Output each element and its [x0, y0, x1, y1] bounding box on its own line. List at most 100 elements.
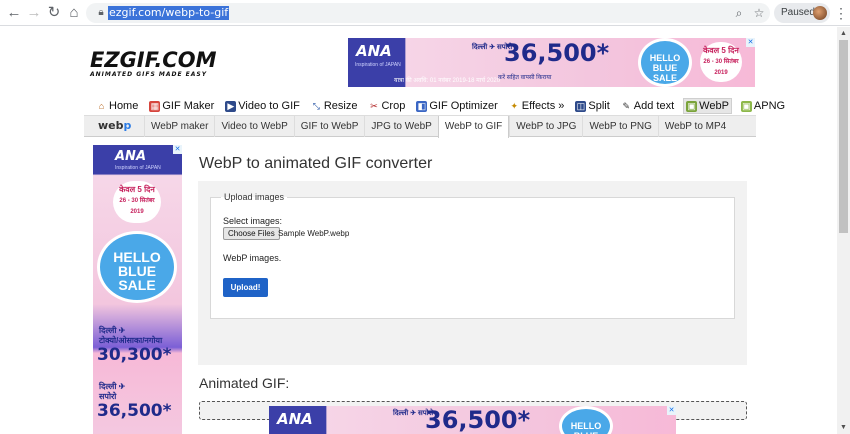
gif-maker-icon: ▦: [149, 100, 161, 112]
ad-sale-line2: BLUE: [652, 63, 678, 73]
subnav-tabs: WebP maker Video to WebP GIF to WebP JPG…: [144, 116, 732, 138]
profile-status: Paused: [781, 7, 815, 18]
ad-sale-line1: HELLO: [649, 53, 681, 63]
choose-files-button[interactable]: Choose Files: [223, 227, 280, 240]
select-images-label: Select images:: [223, 216, 283, 226]
bottom-ad-brand: ANA: [277, 410, 313, 428]
tab-gif-to-webp[interactable]: GIF to WebP: [293, 116, 365, 137]
avatar: [813, 6, 827, 20]
ad-note: करें सहित वापसी किराया: [498, 75, 552, 81]
top-banner-ad[interactable]: ANA Inspiration of JAPAN यात्रा की अवधि:…: [348, 38, 755, 87]
menu-item-label: GIF Maker: [162, 100, 215, 112]
menu-item-add-text[interactable]: ✎ Add text: [619, 98, 676, 114]
scroll-down-icon[interactable]: ▼: [837, 421, 850, 434]
help-text: WebP images.: [223, 253, 282, 263]
optimizer-icon: ◧: [416, 100, 428, 112]
webp-logo: webp: [98, 119, 131, 132]
menu-item-apng[interactable]: ▣ APNG: [739, 98, 787, 114]
side-ad-sale-badge: HELLO BLUE SALE: [97, 231, 177, 303]
side-ad-days-badge: केवल 5 दिन 26 - 30 सितंबर 2019: [113, 181, 161, 223]
webp-logo-left: web: [98, 119, 124, 132]
effects-icon: ✦: [510, 100, 519, 111]
menu-item-gif-optimizer[interactable]: ◧ GIF Optimizer: [414, 98, 499, 114]
menu-item-crop[interactable]: ✂ Crop: [366, 98, 407, 114]
menu-item-label: Add text: [633, 100, 675, 112]
menu-kebab-icon[interactable]: ⋮: [834, 3, 848, 23]
site-logo[interactable]: EZGIF.COM ANIMATED GIFS MADE EASY: [90, 49, 230, 78]
menu-item-label: Effects »: [521, 100, 565, 112]
tab-jpg-to-webp[interactable]: JPG to WebP: [364, 116, 437, 137]
page-title: WebP to animated GIF converter: [199, 155, 433, 172]
menu-item-webp[interactable]: ▣ WebP: [683, 98, 732, 114]
page: EZGIF.COM ANIMATED GIFS MADE EASY ANA In…: [84, 27, 785, 434]
home-icon: ⌂: [98, 100, 105, 111]
reload-icon[interactable]: ↻: [44, 3, 64, 23]
add-text-icon: ✎: [622, 100, 631, 111]
page-scrollbar[interactable]: ▲ ▼: [837, 27, 850, 434]
ad-sale-line3: SALE: [652, 73, 677, 83]
menu-item-split[interactable]: ◫ Split: [573, 98, 611, 114]
menu-item-gif-maker[interactable]: ▦ GIF Maker: [147, 98, 216, 114]
bottom-ad-sale-badge: HELLO BLUE: [559, 406, 613, 434]
menu-item-label: Split: [588, 100, 610, 112]
tab-webp-to-png[interactable]: WebP to PNG: [582, 116, 657, 137]
upload-legend: Upload images: [221, 192, 288, 202]
menu-item-label: WebP: [699, 100, 729, 112]
tab-webp-maker[interactable]: WebP maker: [144, 116, 214, 137]
home-icon[interactable]: ⌂: [64, 3, 84, 23]
ad-close-icon[interactable]: ✕: [667, 406, 676, 415]
tab-webp-to-jpg[interactable]: WebP to JPG: [509, 116, 582, 137]
webp-icon: ▣: [686, 100, 698, 112]
scrollbar-thumb[interactable]: [839, 40, 848, 233]
menu-item-label: Home: [109, 100, 139, 112]
ad-close-icon[interactable]: ✕: [746, 38, 755, 47]
bottom-ad-price: 36,500*: [425, 406, 531, 434]
ad-days-badge: केवल 5 दिन 26 - 30 सितंबर 2019: [700, 42, 742, 82]
lock-icon: 🔒︎: [98, 7, 104, 18]
side-ad-price2: 36,500*: [97, 401, 172, 421]
apng-icon: ▣: [740, 100, 752, 112]
scroll-up-icon[interactable]: ▲: [837, 27, 850, 40]
upload-form: Upload images Select images: Choose File…: [198, 181, 747, 365]
menu-item-effects[interactable]: ✦ Effects »: [507, 98, 567, 114]
side-ad-brand: ANA: [115, 149, 147, 164]
forward-arrow-icon[interactable]: →: [24, 3, 44, 23]
video-icon: ▶: [225, 100, 237, 112]
webp-logo-right: p: [123, 119, 132, 132]
upload-button[interactable]: Upload!: [223, 278, 268, 297]
ad-price: 36,500*: [504, 39, 610, 67]
menu-item-resize[interactable]: ⤡ Resize: [309, 98, 360, 114]
menu-item-video-to-gif[interactable]: ▶ Video to GIF: [223, 98, 302, 114]
browser-toolbar: ← → ↻ ⌂ 🔒︎ ezgif.com/webp-to-gif ⌕ ☆ Pau…: [0, 0, 850, 26]
split-icon: ◫: [575, 100, 587, 112]
zoom-icon[interactable]: ⌕: [732, 6, 746, 20]
url-text[interactable]: ezgif.com/webp-to-gif: [108, 6, 230, 20]
webp-subnav: webp WebP maker Video to WebP GIF to Web…: [84, 115, 756, 138]
profile-button[interactable]: Paused: [774, 3, 830, 23]
address-bar[interactable]: 🔒︎ ezgif.com/webp-to-gif ⌕ ☆: [86, 3, 770, 23]
menu-item-label: APNG: [753, 100, 786, 112]
logo-tagline: ANIMATED GIFS MADE EASY: [90, 71, 208, 78]
tab-video-to-webp[interactable]: Video to WebP: [214, 116, 293, 137]
side-ad-dates: 26 - 30 सितंबर 2019: [119, 198, 155, 215]
tab-webp-to-mp4[interactable]: WebP to MP4: [657, 116, 732, 137]
upload-fieldset: Upload images Select images: Choose File…: [210, 192, 735, 319]
output-title: Animated GIF:: [199, 375, 290, 391]
ad-days: केवल 5 दिन: [703, 46, 739, 55]
side-banner-ad[interactable]: ANA Inspiration of JAPAN केवल 5 दिन 26 -…: [93, 145, 182, 434]
main-menu: ⌂ Home ▦ GIF Maker ▶ Video to GIF ⤡ Resi…: [94, 98, 794, 114]
side-ad-price1: 30,300*: [97, 345, 172, 365]
ad-dates: 26 - 30 सितंबर 2019: [703, 59, 739, 76]
ad-brand: ANA: [356, 42, 392, 60]
ad-tagline: Inspiration of JAPAN: [355, 62, 401, 68]
menu-item-label: Video to GIF: [238, 100, 300, 112]
ad-period: यात्रा की अवधि: 01 नवंबर 2019-18 मार्च 2…: [394, 78, 501, 84]
bottom-banner-ad[interactable]: ANA दिल्ली ✈ सपोरो 36,500* HELLO BLUE ✕: [269, 406, 676, 434]
menu-item-home[interactable]: ⌂ Home: [94, 98, 140, 114]
star-icon[interactable]: ☆: [752, 6, 766, 20]
resize-icon: ⤡: [312, 100, 320, 111]
ad-sale-badge: HELLO BLUE SALE: [638, 38, 692, 87]
ad-close-icon[interactable]: ✕: [173, 145, 182, 154]
tab-webp-to-gif[interactable]: WebP to GIF: [437, 116, 510, 138]
back-arrow-icon[interactable]: ←: [4, 3, 24, 23]
